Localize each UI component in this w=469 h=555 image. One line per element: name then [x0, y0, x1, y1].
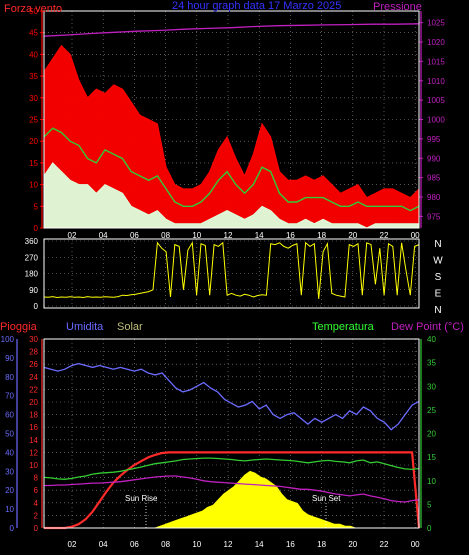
humidity-tick-label: 0: [10, 524, 15, 533]
pressure-tick-label: 1015: [427, 57, 445, 66]
wind-tick-label: 0: [34, 224, 39, 233]
pressure-tick-label: 980: [427, 193, 441, 202]
time-tick-label: 20: [348, 540, 357, 549]
time-tick-label: 02: [68, 540, 77, 549]
rain-tick-label: 30: [29, 335, 38, 344]
rain-tick-label: 16: [29, 423, 38, 432]
weather-charts-svg: 0510152025303540455097598098599099510001…: [0, 0, 469, 555]
time-tick-label: 06: [130, 540, 139, 549]
wind-tick-label: 35: [29, 72, 38, 81]
pressure-axis-title: Pressione: [373, 1, 422, 13]
time-tick-label: 10: [192, 540, 201, 549]
humidity-tick-label: 80: [5, 373, 14, 382]
wind-tick-label: 20: [29, 137, 38, 146]
chart-title: 24 hour graph data 17 Marzo 2025: [172, 0, 341, 12]
wind-tick-label: 45: [29, 29, 38, 38]
time-tick-label: 16: [286, 540, 295, 549]
rain-tick-label: 6: [34, 486, 39, 495]
sunset-label: Sun Set: [312, 494, 341, 503]
rain-tick-label: 0: [34, 524, 39, 533]
rain-tick-label: 8: [34, 474, 39, 483]
pressure-tick-label: 975: [427, 212, 441, 221]
time-tick-label: 12: [224, 540, 233, 549]
rain-tick-label: 26: [29, 360, 38, 369]
wind-tick-label: 25: [29, 116, 38, 125]
direction-tick-label: 180: [25, 270, 39, 279]
temperature-tick-label: 0: [427, 524, 432, 533]
wind-speed-axis-title: Forza vento: [4, 3, 62, 15]
time-tick-label: 22: [380, 540, 389, 549]
pressure-tick-label: 995: [427, 135, 441, 144]
time-tick-label: 00: [411, 540, 420, 549]
rain-tick-label: 18: [29, 411, 38, 420]
compass-label: N: [434, 239, 441, 250]
temperature-tick-label: 20: [427, 430, 436, 439]
rain-tick-label: 24: [29, 373, 38, 382]
temperature-tick-label: 15: [427, 453, 436, 462]
dew-point-axis-title: Dew Point (°C): [391, 321, 464, 333]
time-tick-label: 08: [161, 540, 170, 549]
humidity-axis-title: Umidita: [66, 321, 104, 333]
pressure-tick-label: 985: [427, 174, 441, 183]
temperature-tick-label: 40: [427, 335, 436, 344]
humidity-tick-label: 100: [1, 335, 15, 344]
direction-tick-label: 360: [25, 237, 39, 246]
rain-tick-label: 12: [29, 448, 38, 457]
rain-tick-label: 28: [29, 348, 38, 357]
weather-graph-image: 0 5 10 15 20 25 30 35 40 45 50 975 980 985 990 995 1000 1…: [0, 0, 469, 555]
compass-label: S: [435, 272, 442, 283]
rain-tick-label: 10: [29, 461, 38, 470]
humidity-tick-label: 40: [5, 448, 14, 457]
pressure-tick-label: 990: [427, 154, 441, 163]
rain-tick-label: 20: [29, 398, 38, 407]
rain-tick-label: 14: [29, 436, 38, 445]
pressure-tick-label: 1025: [427, 19, 445, 28]
direction-tick-label: 90: [29, 286, 38, 295]
direction-tick-label: 270: [25, 253, 39, 262]
rain-axis-title: Pioggia: [0, 321, 38, 333]
pressure-tick-label: 1010: [427, 77, 445, 86]
pressure-tick-label: 1005: [427, 96, 445, 105]
wind-tick-label: 10: [29, 181, 38, 190]
humidity-tick-label: 60: [5, 411, 14, 420]
temperature-tick-label: 35: [427, 359, 436, 368]
temperature-axis-title: Temperatura: [312, 321, 375, 333]
time-tick-label: 04: [99, 540, 108, 549]
pressure-tick-label: 1000: [427, 116, 445, 125]
humidity-tick-label: 20: [5, 486, 14, 495]
wind-tick-label: 5: [34, 202, 39, 211]
humidity-tick-label: 90: [5, 354, 14, 363]
direction-tick-label: 0: [34, 302, 39, 311]
humidity-tick-label: 50: [5, 430, 14, 439]
humidity-tick-label: 70: [5, 392, 14, 401]
solar-axis-title: Solar: [117, 321, 143, 333]
sunrise-label: Sun Rise: [125, 494, 158, 503]
rain-tick-label: 2: [34, 511, 39, 520]
compass-label: E: [435, 289, 442, 300]
time-tick-label: 18: [317, 540, 326, 549]
pressure-tick-label: 1020: [427, 38, 445, 47]
humidity-tick-label: 30: [5, 467, 14, 476]
temperature-tick-label: 30: [427, 382, 436, 391]
temperature-tick-label: 5: [427, 500, 432, 509]
rain-tick-label: 4: [34, 499, 39, 508]
wind-tick-label: 30: [29, 94, 38, 103]
temperature-tick-label: 10: [427, 477, 436, 486]
rain-tick-label: 22: [29, 385, 38, 394]
compass-label: N: [434, 305, 441, 316]
humidity-tick-label: 10: [5, 505, 14, 514]
wind-tick-label: 15: [29, 159, 38, 168]
temperature-tick-label: 25: [427, 406, 436, 415]
wind-tick-label: 40: [29, 50, 38, 59]
compass-label: W: [433, 256, 443, 267]
time-tick-label: 14: [255, 540, 264, 549]
